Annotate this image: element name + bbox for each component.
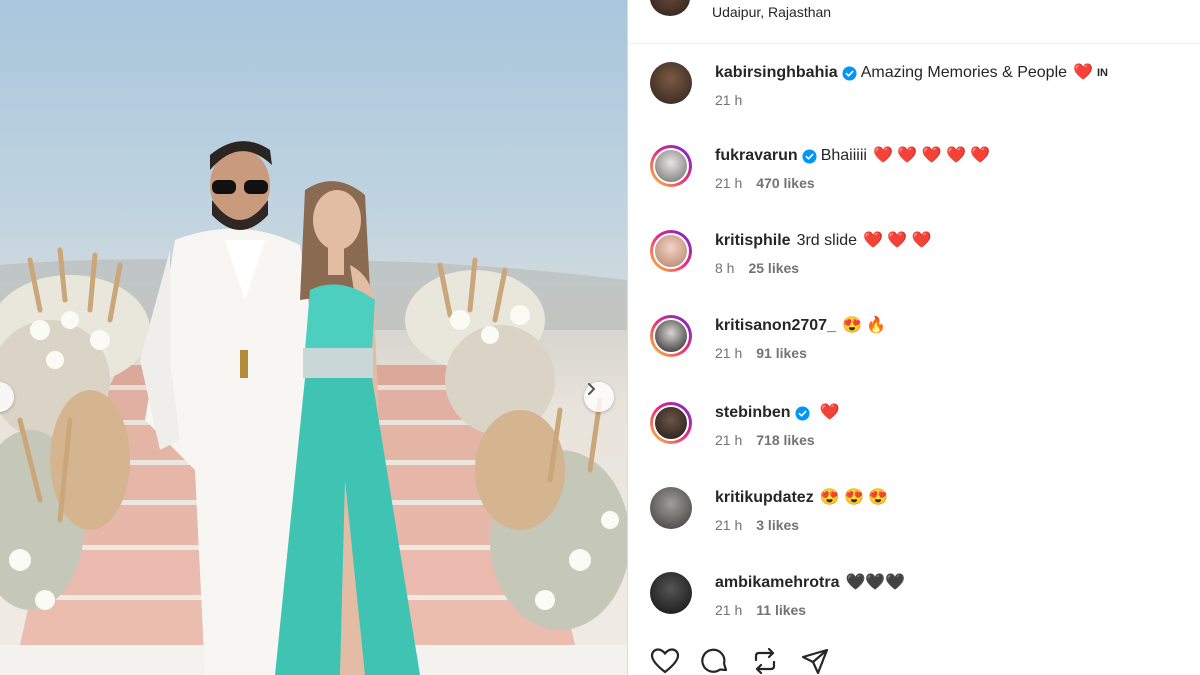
comment-time[interactable]: 21 h	[715, 92, 742, 108]
author-avatar[interactable]	[650, 0, 690, 16]
carousel-next-button[interactable]	[584, 382, 614, 412]
comment-icon[interactable]	[700, 646, 730, 675]
comment-line: ambikamehrotra 🖤🖤🖤	[715, 572, 905, 594]
comment-emoji: 😍 🔥	[841, 317, 887, 334]
comment-line: kritisanon2707_ 😍 🔥	[715, 315, 886, 337]
avatar-image	[653, 148, 689, 184]
post-photo	[0, 0, 627, 675]
comment-emoji: ❤️ ❤️ ❤️ ❤️ ❤️	[872, 147, 991, 164]
comment-likes[interactable]: 3 likes	[756, 517, 799, 533]
verified-badge-icon	[795, 405, 810, 421]
comment-row: kritikupdatez 😍 😍 😍 21 h 3 likes	[628, 487, 1200, 567]
comment-row: kabirsinghbahia Amazing Memories & People…	[628, 62, 1200, 142]
avatar-image	[650, 487, 692, 529]
comment-likes[interactable]: 25 likes	[748, 260, 799, 276]
comment-username[interactable]: stebinben	[715, 402, 791, 424]
comment-avatar[interactable]	[650, 315, 692, 357]
chevron-right-icon	[588, 383, 595, 395]
avatar-image	[650, 572, 692, 614]
comment-likes[interactable]: 91 likes	[756, 345, 807, 361]
comment-likes[interactable]: 11 likes	[756, 602, 806, 618]
comment-row: ambikamehrotra 🖤🖤🖤 21 h 11 likes	[628, 572, 1200, 652]
comment-username[interactable]: kritisanon2707_	[715, 315, 836, 337]
comment-time[interactable]: 21 h	[715, 345, 742, 361]
verified-badge-icon	[842, 65, 857, 81]
comment-avatar[interactable]	[650, 230, 692, 272]
repost-icon[interactable]	[750, 646, 780, 675]
avatar-image	[653, 405, 689, 441]
comment-emoji: ❤️	[819, 404, 840, 421]
comment-username[interactable]: kritisphile	[715, 230, 791, 252]
comment-emoji: 🖤🖤🖤	[845, 574, 906, 591]
comment-line: stebinben ❤️	[715, 402, 839, 424]
header-divider	[628, 43, 1200, 44]
comment-line: kritisphile 3rd slide ❤️ ❤️ ❤️	[715, 230, 932, 252]
country-badge: IN	[1096, 67, 1108, 79]
comment-time[interactable]: 21 h	[715, 517, 742, 533]
comment-avatar[interactable]	[650, 62, 692, 104]
comment-username[interactable]: fukravarun	[715, 145, 798, 167]
comment-row: kritisanon2707_ 😍 🔥 21 h 91 likes	[628, 315, 1200, 395]
comment-likes[interactable]: 470 likes	[756, 175, 814, 191]
comment-row: stebinben ❤️ 21 h 718 likes	[628, 402, 1200, 482]
comment-row: kritisphile 3rd slide ❤️ ❤️ ❤️ 8 h 25 likes	[628, 230, 1200, 310]
comment-line: kabirsinghbahia Amazing Memories & People…	[715, 62, 1108, 84]
comment-text: Amazing Memories & People	[860, 64, 1068, 81]
action-bar	[650, 646, 830, 675]
comment-likes[interactable]: 718 likes	[756, 432, 814, 448]
comments-panel: Udaipur, Rajasthan kabirsinghbahia Amazin…	[628, 0, 1200, 675]
avatar-image	[653, 318, 689, 354]
comment-meta: 21 h	[715, 92, 742, 108]
comment-meta: 21 h 718 likes	[715, 432, 815, 448]
comment-emoji: ❤️ ❤️ ❤️	[863, 232, 932, 249]
comment-username[interactable]: ambikamehrotra	[715, 572, 840, 594]
heart-icon[interactable]	[650, 646, 680, 675]
comment-emoji: ❤️	[1073, 64, 1093, 81]
comment-emoji: 😍 😍 😍	[819, 489, 889, 506]
comment-avatar[interactable]	[650, 572, 692, 614]
comment-meta: 21 h 91 likes	[715, 345, 807, 361]
comment-username[interactable]: kabirsinghbahia	[715, 62, 838, 84]
comment-avatar[interactable]	[650, 487, 692, 529]
comment-time[interactable]: 21 h	[715, 432, 742, 448]
comment-username[interactable]: kritikupdatez	[715, 487, 814, 509]
share-icon[interactable]	[800, 646, 830, 675]
comment-text: 3rd slide	[796, 232, 858, 249]
comment-meta: 21 h 470 likes	[715, 175, 815, 191]
verified-badge-icon	[802, 148, 817, 164]
comment-time[interactable]: 8 h	[715, 260, 734, 276]
comment-time[interactable]: 21 h	[715, 602, 742, 618]
comment-text: Bhaiiiii	[820, 147, 867, 164]
comment-avatar[interactable]	[650, 402, 692, 444]
comment-line: fukravarun Bhaiiiii ❤️ ❤️ ❤️ ❤️ ❤️	[715, 145, 990, 167]
comment-meta: 21 h 3 likes	[715, 517, 799, 533]
avatar-image	[650, 62, 692, 104]
post-location[interactable]: Udaipur, Rajasthan	[712, 4, 831, 20]
comment-time[interactable]: 21 h	[715, 175, 742, 191]
comment-meta: 21 h 11 likes	[715, 602, 806, 618]
post-photo-illustration	[0, 141, 627, 675]
comment-meta: 8 h 25 likes	[715, 260, 799, 276]
comment-avatar[interactable]	[650, 145, 692, 187]
comment-line: kritikupdatez 😍 😍 😍	[715, 487, 888, 509]
avatar-image	[653, 233, 689, 269]
comment-row: fukravarun Bhaiiiii ❤️ ❤️ ❤️ ❤️ ❤️ 21 h 470 …	[628, 145, 1200, 225]
